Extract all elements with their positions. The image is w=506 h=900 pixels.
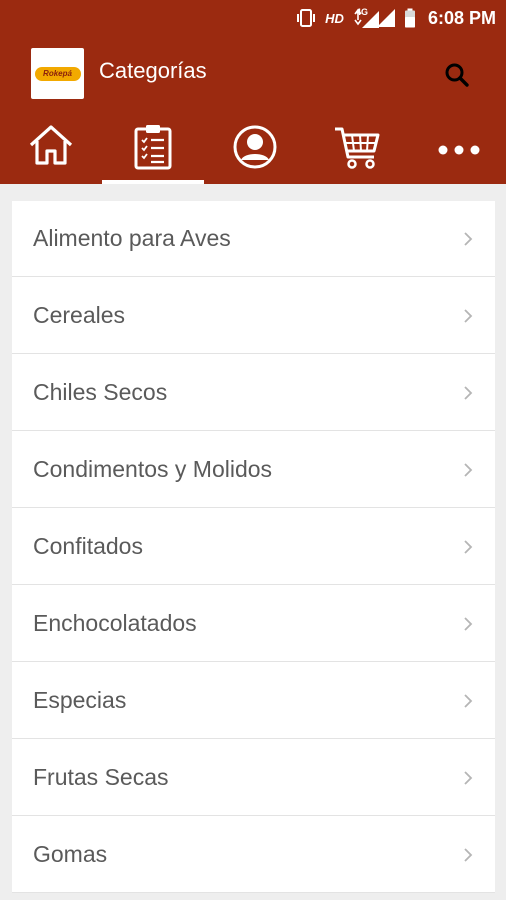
chevron-right-icon [463,693,473,709]
category-label: Frutas Secas [33,764,169,790]
page-title: Categorías [99,58,207,83]
category-label: Condimentos y Molidos [33,456,273,482]
hd-label: HD [325,10,344,26]
more-icon [438,145,480,155]
category-label: Gomas [33,841,108,867]
logo-text: Rokepá [34,66,81,81]
category-label: Cereales [33,302,126,328]
cart-icon [335,127,380,169]
category-row[interactable]: Cereales [12,278,495,354]
tab-categories[interactable] [102,112,204,184]
signal-icon: 4G [352,7,379,28]
category-label: Enchocolatados [33,610,197,636]
vibrate-icon [295,8,317,28]
status-bar: HD 4G 6:08 PM [0,0,506,36]
user-icon [233,125,277,169]
chevron-right-icon [463,385,473,401]
app-logo[interactable]: Rokepá [31,48,84,99]
home-icon [29,125,73,165]
category-label: Confitados [33,533,143,559]
category-list: Alimento para Aves Cereales Chiles Secos… [12,201,495,893]
app-bar: Rokepá Categorías [0,36,506,112]
clipboard-list-icon [134,125,172,170]
chevron-right-icon [463,308,473,324]
search-button[interactable] [440,58,474,92]
network-label: 4G [355,7,368,17]
category-row[interactable]: Enchocolatados [12,586,495,662]
category-label: Alimento para Aves [33,225,231,251]
chevron-right-icon [463,616,473,632]
tab-cart[interactable] [306,112,408,184]
category-label: Chiles Secos [33,379,168,405]
category-row[interactable]: Chiles Secos [12,355,495,431]
category-row[interactable]: Condimentos y Molidos [12,432,495,508]
category-row[interactable]: Alimento para Aves [12,201,495,277]
wifi-signal-icon [376,8,396,28]
category-row[interactable]: Confitados [12,509,495,585]
category-row[interactable]: Gomas [12,817,495,893]
tab-home[interactable] [0,112,102,184]
category-row[interactable]: Especias [12,663,495,739]
category-row[interactable]: Frutas Secas [12,740,495,816]
chevron-right-icon [463,231,473,247]
battery-icon [404,8,416,28]
chevron-right-icon [463,847,473,863]
chevron-right-icon [463,770,473,786]
tab-more[interactable] [408,112,506,184]
category-label: Especias [33,687,127,713]
tab-bar [0,112,506,184]
chevron-right-icon [463,462,473,478]
search-icon [445,63,469,87]
tab-profile[interactable] [204,112,306,184]
chevron-right-icon [463,539,473,555]
status-time: 6:08 PM [427,7,496,28]
